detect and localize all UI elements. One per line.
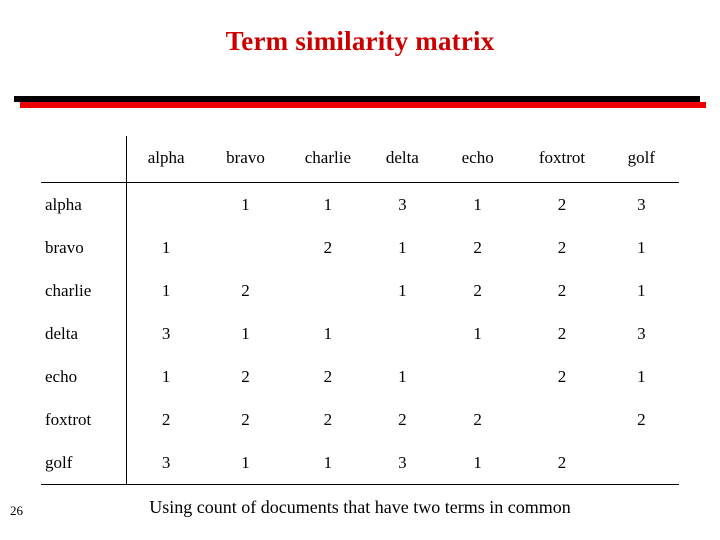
cell-golf-foxtrot: 2 (557, 452, 567, 472)
cell-golf-bravo: 1 (241, 452, 250, 472)
cell-golf-echo: 1 (473, 452, 482, 472)
column-header-alpha: alpha (147, 148, 185, 167)
row-header-golf: golf (41, 441, 128, 485)
column-header-foxtrot: foxtrot (538, 148, 586, 167)
column-header-delta: delta (385, 148, 419, 167)
page-title: Term similarity matrix (225, 26, 495, 56)
cell-alpha-charlie: 1 (323, 194, 333, 214)
term-similarity-matrix: alpha bravo charlie delta echo foxtrot g… (41, 136, 679, 485)
cell-foxtrot-delta: 2 (398, 409, 407, 429)
table-row: foxtrot 2 2 2 2 2 2 (41, 398, 679, 441)
cell-echo-golf: 1 (637, 366, 646, 386)
cell-foxtrot-foxtrot (520, 398, 603, 441)
cell-echo-delta: 1 (398, 366, 407, 386)
cell-charlie-echo: 2 (473, 280, 482, 300)
slide: Term similarity matrix alpha bravo charl… (0, 0, 720, 540)
cell-alpha-echo: 1 (473, 194, 482, 214)
table-row: golf 3 1 1 3 1 2 (41, 441, 679, 485)
cell-echo-alpha: 1 (161, 366, 171, 386)
row-header-delta: delta (41, 312, 128, 355)
cell-bravo-bravo (205, 226, 286, 269)
matrix-table: alpha bravo charlie delta echo foxtrot g… (41, 136, 679, 485)
cell-delta-charlie: 1 (323, 323, 333, 343)
cell-bravo-echo: 2 (473, 237, 482, 257)
cell-charlie-bravo: 2 (241, 280, 250, 300)
cell-alpha-alpha (127, 183, 205, 227)
cell-alpha-delta: 3 (398, 194, 407, 214)
cell-foxtrot-golf: 2 (637, 409, 646, 429)
row-header-echo: echo (41, 355, 128, 398)
table-row: charlie 1 2 1 2 2 1 (41, 269, 679, 312)
cell-golf-golf (604, 441, 679, 485)
cell-delta-alpha: 3 (161, 323, 171, 343)
column-header-bravo: bravo (226, 148, 265, 167)
slide-footnote: Using count of documents that have two t… (149, 497, 571, 517)
cell-foxtrot-alpha: 2 (161, 409, 171, 429)
cell-charlie-delta: 1 (398, 280, 407, 300)
cell-foxtrot-echo: 2 (473, 409, 482, 429)
cell-echo-foxtrot: 2 (557, 366, 567, 386)
cell-golf-charlie: 1 (323, 452, 333, 472)
cell-echo-charlie: 2 (323, 366, 333, 386)
cell-charlie-foxtrot: 2 (557, 280, 567, 300)
cell-golf-alpha: 3 (161, 452, 171, 472)
cell-delta-golf: 3 (637, 323, 646, 343)
cell-foxtrot-bravo: 2 (241, 409, 250, 429)
cell-bravo-golf: 1 (637, 237, 646, 257)
title-divider (14, 96, 706, 110)
cell-charlie-alpha: 1 (161, 280, 171, 300)
column-header-golf: golf (627, 148, 656, 167)
cell-bravo-foxtrot: 2 (557, 237, 567, 257)
cell-charlie-golf: 1 (637, 280, 646, 300)
table-row: alpha 1 1 3 1 2 3 (41, 182, 679, 227)
cell-bravo-charlie: 2 (323, 237, 333, 257)
cell-charlie-charlie (286, 269, 369, 312)
cell-bravo-delta: 1 (398, 237, 407, 257)
cell-echo-echo (435, 355, 520, 398)
cell-alpha-golf: 3 (637, 194, 646, 214)
matrix-body: alpha 1 1 3 1 2 3 bravo 1 2 1 2 2 1 char… (41, 182, 679, 485)
matrix-corner-cell (41, 136, 128, 183)
table-row: echo 1 2 2 1 2 1 (41, 355, 679, 398)
row-header-charlie: charlie (41, 269, 128, 312)
cell-bravo-alpha: 1 (161, 237, 171, 257)
divider-red-bar (20, 102, 706, 108)
cell-foxtrot-charlie: 2 (323, 409, 333, 429)
matrix-header: alpha bravo charlie delta echo foxtrot g… (41, 136, 679, 183)
cell-delta-echo: 1 (473, 323, 482, 343)
row-header-foxtrot: foxtrot (41, 398, 128, 441)
cell-golf-delta: 3 (398, 452, 407, 472)
column-header-echo: echo (461, 148, 494, 167)
cell-delta-delta (370, 312, 436, 355)
table-row: bravo 1 2 1 2 2 1 (41, 226, 679, 269)
row-header-bravo: bravo (41, 226, 128, 269)
cell-delta-foxtrot: 2 (557, 323, 567, 343)
table-header-row: alpha bravo charlie delta echo foxtrot g… (41, 136, 679, 183)
cell-delta-bravo: 1 (241, 323, 250, 343)
table-row: delta 3 1 1 1 2 3 (41, 312, 679, 355)
cell-alpha-foxtrot: 2 (557, 194, 567, 214)
cell-echo-bravo: 2 (241, 366, 250, 386)
page-number: 26 (10, 503, 23, 518)
row-header-alpha: alpha (41, 182, 128, 226)
column-header-charlie: charlie (304, 148, 351, 167)
cell-alpha-bravo: 1 (241, 194, 250, 214)
